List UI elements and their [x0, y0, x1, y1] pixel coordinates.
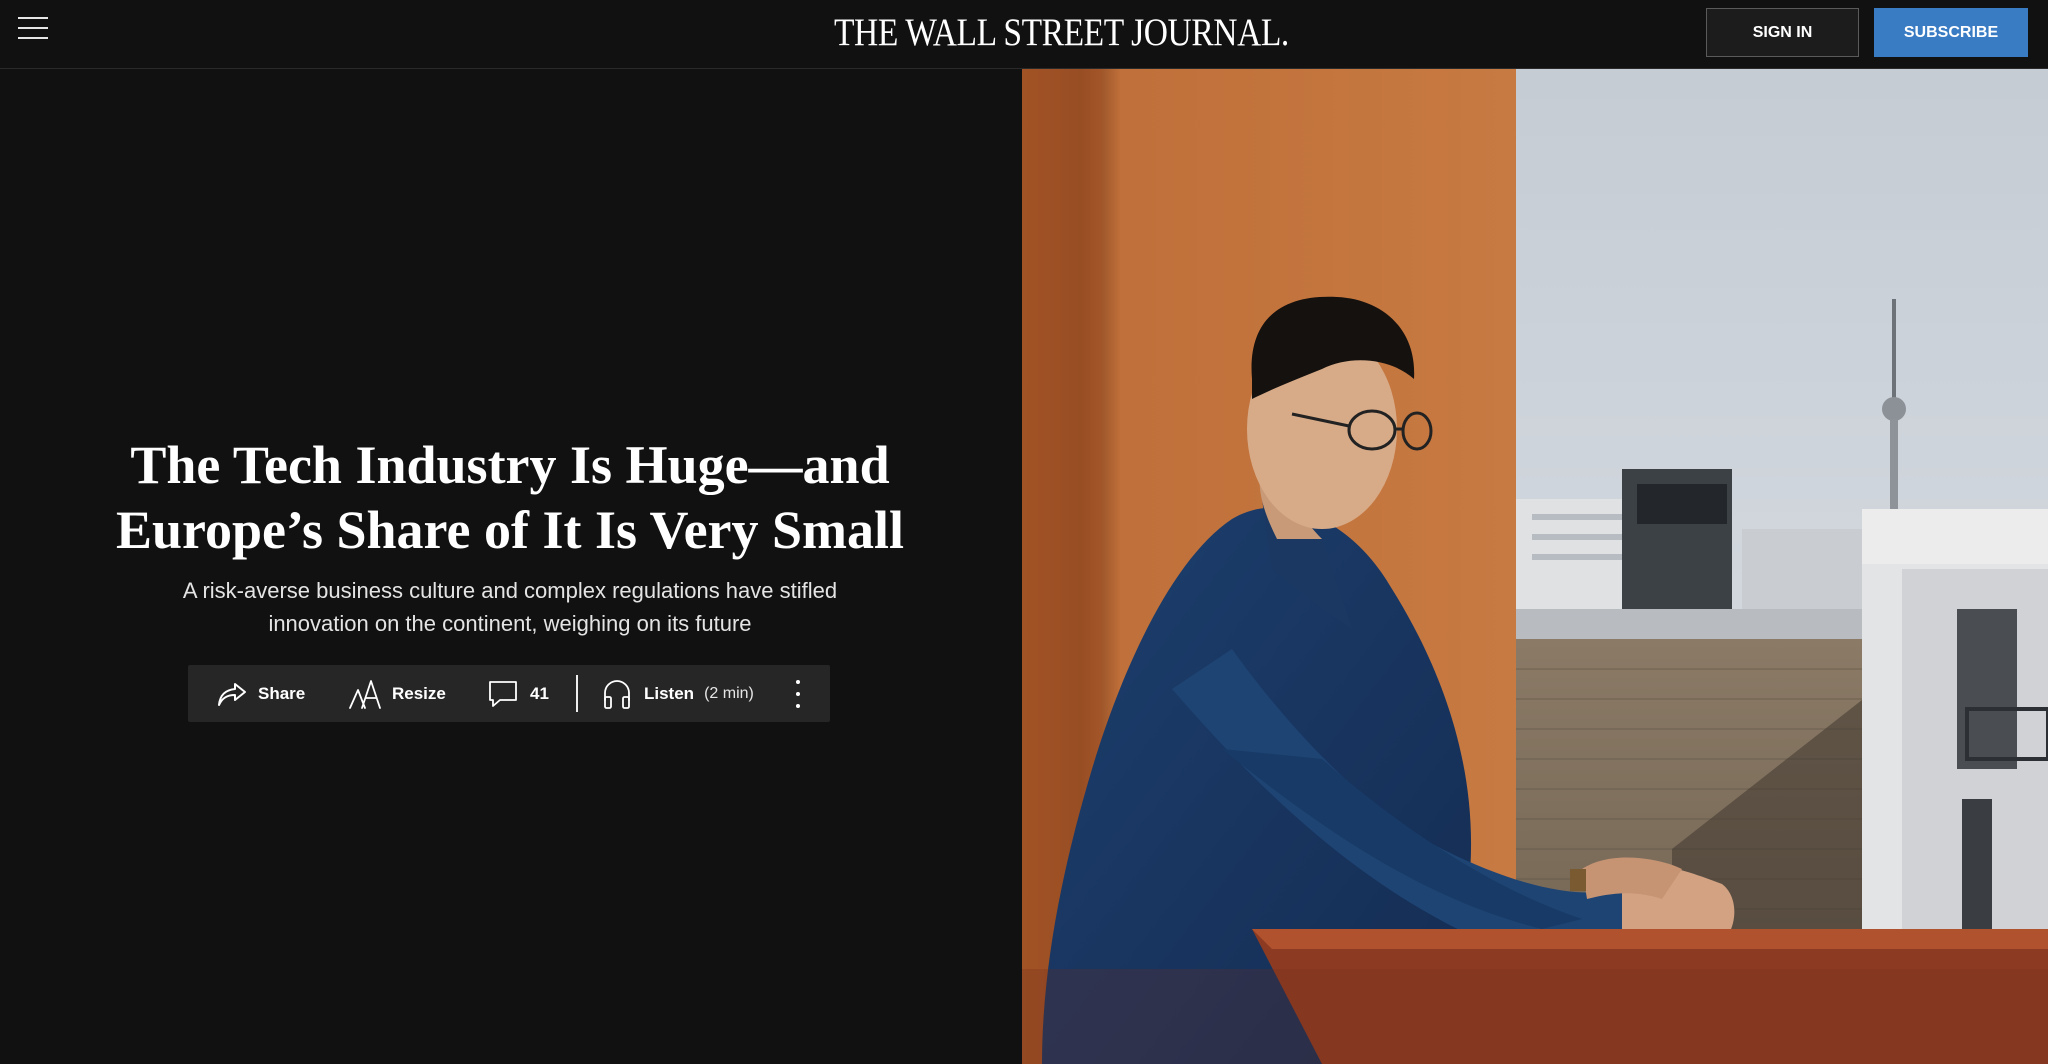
subscribe-button[interactable]: SUBSCRIBE: [1874, 8, 2028, 57]
sign-in-button[interactable]: SIGN IN: [1706, 8, 1859, 57]
toolbar-divider: [576, 675, 578, 712]
menu-icon[interactable]: [18, 14, 48, 42]
comment-icon: [489, 680, 517, 707]
subheadline: A risk-averse business culture and compl…: [182, 578, 838, 636]
resize-button[interactable]: Resize: [348, 665, 446, 722]
hero-photo: [1022, 69, 2048, 1064]
headline-line-1: The Tech Industry Is Huge—and: [130, 435, 890, 495]
more-vertical-icon[interactable]: [788, 677, 808, 711]
listen-label: Listen: [644, 683, 695, 703]
resize-icon: [349, 679, 381, 709]
headline-line-2: Europe’s Share of It Is Very Small: [115, 500, 905, 560]
share-button[interactable]: Share: [216, 665, 305, 722]
headphones-icon: [604, 679, 630, 709]
article-toolbar: Share Resize 41 Listen (2 min): [188, 665, 830, 722]
listen-duration: (2 min): [704, 684, 754, 702]
comments-button[interactable]: 41: [488, 665, 549, 722]
headline: The Tech Industry Is Huge—and Europe’s S…: [80, 433, 940, 563]
resize-label: Resize: [392, 683, 446, 703]
wsj-logo[interactable]: THE WALL STREET JOURNAL.: [834, 12, 1289, 54]
share-icon: [218, 682, 246, 706]
article-header: The Tech Industry Is Huge—and Europe’s S…: [0, 69, 1022, 1064]
comments-count: 41: [530, 683, 549, 703]
share-label: Share: [258, 683, 306, 703]
top-navigation-bar: THE WALL STREET JOURNAL. SIGN IN SUBSCRI…: [0, 0, 2048, 69]
listen-button[interactable]: Listen (2 min): [602, 665, 754, 722]
